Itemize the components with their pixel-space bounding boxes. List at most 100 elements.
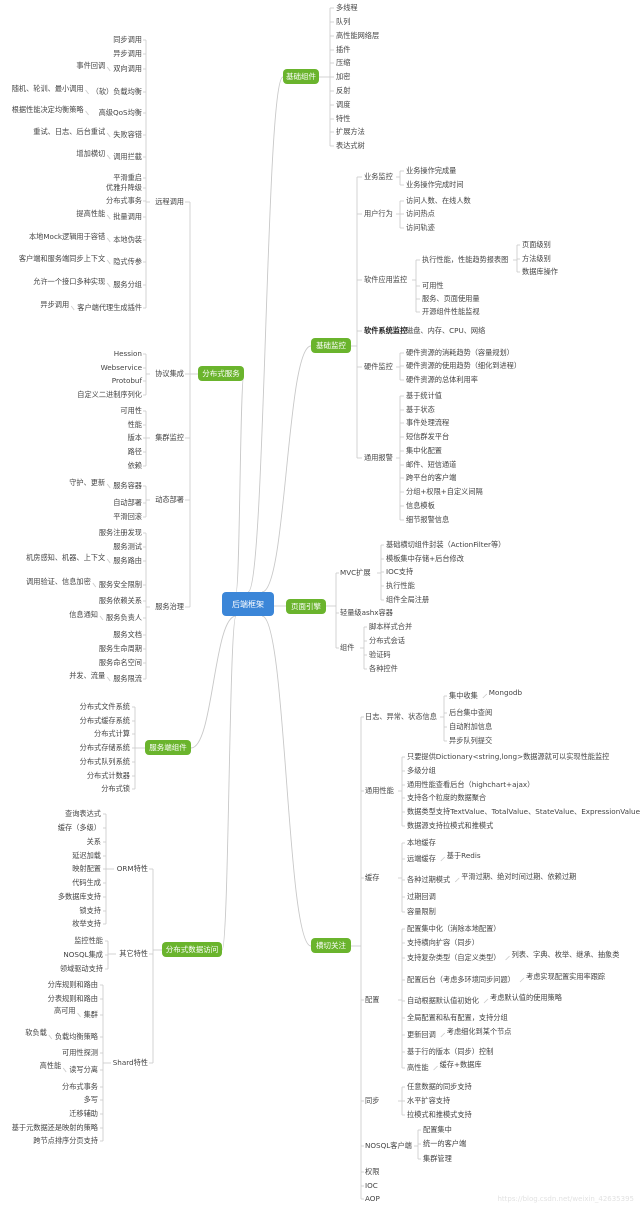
- data-access-item[interactable]: 集群: [84, 1011, 98, 1018]
- data-access-item[interactable]: 关系: [87, 838, 101, 845]
- data-access-item[interactable]: 分表规则和路由: [48, 995, 98, 1002]
- monitor-item[interactable]: 事件处理流程: [406, 419, 449, 426]
- monitor-item[interactable]: 跨平台的客户端: [406, 474, 456, 481]
- service-note[interactable]: 本地Mock逻辑用于容错: [29, 233, 105, 240]
- service-note[interactable]: 信息通知: [69, 611, 98, 618]
- page-engine-group-label[interactable]: 组件: [340, 644, 354, 651]
- root-node[interactable]: 后端框架: [222, 592, 274, 616]
- service-note[interactable]: 守护、更新: [69, 479, 105, 486]
- service-item[interactable]: 路径: [128, 448, 142, 455]
- monitor-item[interactable]: 开源组件性能监视: [422, 308, 480, 315]
- cross-cutting-note[interactable]: 基于Redis: [447, 852, 481, 859]
- monitor-item[interactable]: 访问热点: [406, 210, 435, 217]
- page-engine-item[interactable]: 组件全局注册: [386, 596, 429, 603]
- cross-cutting-note[interactable]: 考虑默认值的使用策略: [490, 994, 562, 1001]
- data-access-note[interactable]: 高可用: [54, 1007, 76, 1014]
- service-group-label[interactable]: 集群监控: [155, 434, 184, 441]
- cross-cutting-item[interactable]: 拉模式和推模式支持: [407, 1111, 472, 1118]
- page-engine-group-label[interactable]: MVC扩展: [340, 569, 371, 576]
- page-engine-item[interactable]: 脚本样式合并: [369, 623, 412, 630]
- cross-cutting-item[interactable]: 过期回调: [407, 893, 436, 900]
- basic-component-item[interactable]: 压缩: [336, 59, 350, 66]
- monitor-item[interactable]: 可用性: [422, 282, 444, 289]
- service-item[interactable]: 高级QoS均衡: [99, 109, 142, 116]
- server-component-item[interactable]: 分布式存储系统: [80, 744, 130, 751]
- data-access-group-label[interactable]: 其它特性: [119, 950, 148, 957]
- basic-component-item[interactable]: 反射: [336, 87, 350, 94]
- monitor-item[interactable]: 硬件资源的消耗趋势（容量规划）: [406, 349, 514, 356]
- service-note[interactable]: 调用验证、信息加密: [26, 578, 91, 585]
- cross-cutting-group-label[interactable]: AOP: [365, 1195, 380, 1202]
- service-item[interactable]: 服务生命周期: [99, 645, 142, 652]
- monitor-item[interactable]: 细节报警信息: [406, 516, 449, 523]
- cross-cutting-item[interactable]: 更新回调: [407, 1031, 436, 1038]
- service-item[interactable]: 本地伪装: [113, 236, 142, 243]
- cross-cutting-note[interactable]: 缓存+数据库: [440, 1061, 482, 1068]
- service-item[interactable]: Hession: [114, 350, 142, 357]
- cross-cutting-item[interactable]: 基于行的版本（同步）控制: [407, 1048, 493, 1055]
- cross-cutting-group-label[interactable]: 日志、异常、状态信息: [365, 713, 437, 720]
- monitor-group-label[interactable]: 软件应用监控: [364, 276, 407, 283]
- service-item[interactable]: 分布式事务: [106, 197, 142, 204]
- server-component-item[interactable]: 分布式计算: [94, 730, 130, 737]
- cross-cutting-item[interactable]: 支持复杂类型（自定义类型）: [407, 954, 500, 961]
- monitor-item[interactable]: 硬件资源的总体利用率: [406, 376, 478, 383]
- cross-cutting-group-label[interactable]: 缓存: [365, 874, 379, 881]
- cross-cutting-item[interactable]: 多级分组: [407, 767, 436, 774]
- service-item[interactable]: 调用拦截: [113, 153, 142, 160]
- cross-cutting-group-label[interactable]: NOSQL客户端: [365, 1142, 412, 1149]
- cross-cutting-item[interactable]: 集中收集: [449, 692, 478, 699]
- basic-component-item[interactable]: 表达式树: [336, 142, 365, 149]
- page-engine-item[interactable]: 验证码: [369, 651, 391, 658]
- monitor-subitem[interactable]: 方法级别: [522, 255, 551, 262]
- cross-cutting-item[interactable]: 远端缓存: [407, 855, 436, 862]
- cross-cutting-item[interactable]: 全局配置和私有配置，支持分组: [407, 1014, 508, 1021]
- data-access-group-label[interactable]: Shard特性: [113, 1059, 148, 1066]
- service-item[interactable]: 服务命名空间: [99, 659, 142, 666]
- service-item[interactable]: 失败容错: [113, 131, 142, 138]
- basic-component-item[interactable]: 队列: [336, 18, 350, 25]
- data-access-item[interactable]: 监控性能: [74, 937, 103, 944]
- cross-cutting-item[interactable]: 容量限制: [407, 908, 436, 915]
- page-engine-item[interactable]: 基础横切组件封装（ActionFilter等）: [386, 541, 505, 548]
- service-item[interactable]: Protobuf: [112, 377, 142, 384]
- service-item[interactable]: 客户端代理生成插件: [77, 304, 142, 311]
- cross-cutting-note[interactable]: 考虑细化到某个节点: [447, 1028, 512, 1035]
- page-engine-item[interactable]: 分布式会话: [369, 637, 405, 644]
- data-access-item[interactable]: 分布式事务: [62, 1083, 98, 1090]
- monitor-item[interactable]: 服务、页面使用量: [422, 295, 480, 302]
- cross-cutting-group-label[interactable]: IOC: [365, 1182, 378, 1189]
- service-item[interactable]: 版本: [128, 434, 142, 441]
- monitor-group-label[interactable]: 软件系统监控: [364, 327, 407, 334]
- data-access-item[interactable]: 多数据库支持: [58, 893, 101, 900]
- service-note[interactable]: 允许一个接口多种实现: [33, 278, 105, 285]
- service-item[interactable]: 服务依赖关系: [99, 597, 142, 604]
- service-note[interactable]: 随机、轮训、最小调用: [12, 85, 84, 92]
- service-note[interactable]: 提高性能: [76, 210, 105, 217]
- cross-cutting-group-label[interactable]: 权限: [365, 1168, 379, 1175]
- service-item[interactable]: 隐式传参: [113, 258, 142, 265]
- monitor-item[interactable]: 硬件资源的使用趋势（细化到进程）: [406, 362, 521, 369]
- service-group-label[interactable]: 动态部署: [155, 496, 184, 503]
- service-item[interactable]: 服务限流: [113, 675, 142, 682]
- monitor-item[interactable]: 基于状态: [406, 406, 435, 413]
- cross-cutting-note[interactable]: 考虑实现配置实用率跟踪: [526, 973, 605, 980]
- service-item[interactable]: 服务分组: [113, 281, 142, 288]
- cross-cutting-group-label[interactable]: 配置: [365, 996, 379, 1003]
- service-note[interactable]: 异步调用: [40, 301, 69, 308]
- page-engine-item[interactable]: IOC支持: [386, 568, 413, 575]
- data-access-item[interactable]: 读写分离: [69, 1066, 98, 1073]
- cross-cutting-note[interactable]: Mongodb: [489, 689, 522, 696]
- basic-component-item[interactable]: 扩展方法: [336, 128, 365, 135]
- server-component-item[interactable]: 分布式缓存系统: [80, 717, 130, 724]
- cross-cutting-item[interactable]: 统一的客户端: [423, 1140, 466, 1147]
- monitor-item[interactable]: 信息模板: [406, 502, 435, 509]
- data-access-item[interactable]: 可用性探测: [62, 1049, 98, 1056]
- monitor-item[interactable]: 业务操作完成时间: [406, 181, 464, 188]
- monitor-group-label[interactable]: 硬件监控: [364, 363, 393, 370]
- data-access-item[interactable]: 枚举支持: [72, 920, 101, 927]
- data-access-note[interactable]: 高性能: [40, 1062, 62, 1069]
- server-component-item[interactable]: 分布式锁: [101, 785, 130, 792]
- service-note[interactable]: 增加横切: [76, 150, 105, 157]
- service-item[interactable]: 服务路由: [113, 557, 142, 564]
